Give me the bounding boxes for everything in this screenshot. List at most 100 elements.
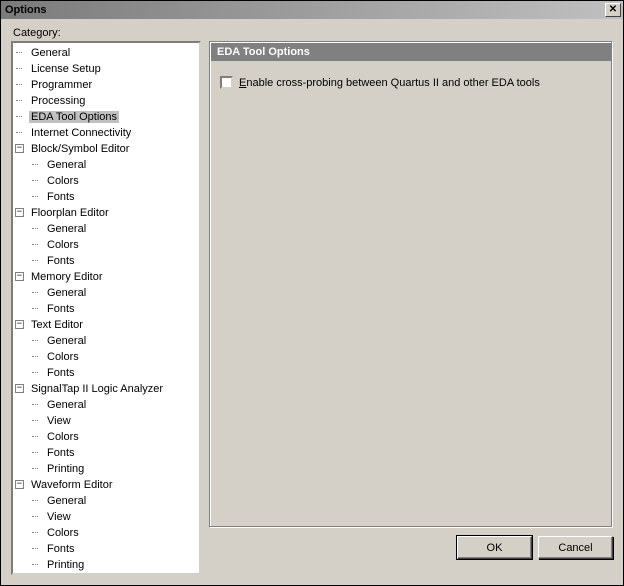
tree-connector-icon (32, 340, 38, 341)
tree-item: General (29, 397, 199, 413)
tree-row[interactable]: Fonts (45, 189, 77, 205)
tree-label: EDA Tool Options (29, 111, 119, 123)
tree-item: General (13, 45, 199, 61)
tree-row[interactable]: Fonts (45, 541, 77, 557)
tree-label: Block/Symbol Editor (29, 143, 131, 155)
tree-connector-icon (32, 260, 38, 261)
tree-item: Printing (29, 461, 199, 477)
tree-item: Fonts (29, 541, 199, 557)
tree-row[interactable]: Fonts (45, 445, 77, 461)
ok-button[interactable]: OK (457, 536, 532, 559)
tree-connector-icon (32, 420, 38, 421)
tree-toggle-icon[interactable]: − (15, 208, 24, 217)
tree-item: Colors (29, 349, 199, 365)
tree-row[interactable]: Waveform Editor (29, 477, 115, 493)
tree-item: General (29, 221, 199, 237)
category-label: Category: (11, 27, 613, 39)
tree-connector-icon (32, 356, 38, 357)
tree-row[interactable]: Printing (45, 557, 86, 573)
tree-connector-icon (32, 196, 38, 197)
tree-label: Fonts (45, 367, 77, 379)
tree-connector-icon (32, 372, 38, 373)
tree-connector-icon (32, 532, 38, 533)
tree-row[interactable]: General (29, 45, 72, 61)
tree-row[interactable]: General (45, 397, 88, 413)
tree-connector-icon (16, 68, 22, 69)
tree-item: General (29, 493, 199, 509)
tree-connector-icon (32, 164, 38, 165)
tree-row[interactable]: Block/Symbol Editor (29, 141, 131, 157)
dialog-body: Category: General License Setup Programmer… (1, 19, 623, 585)
tree-toggle-icon[interactable]: − (15, 144, 24, 153)
tree-connector-icon (32, 404, 38, 405)
tree-item: General (29, 157, 199, 173)
tree-row[interactable]: Internet Connectivity (29, 125, 133, 141)
category-tree[interactable]: General License Setup Programmer Processing… (11, 41, 201, 575)
tree-row[interactable]: View (45, 413, 73, 429)
tree-item: Printing (29, 557, 199, 573)
enable-crossprobing-label[interactable]: Enable cross-probing between Quartus II … (239, 77, 540, 89)
tree-row[interactable]: Printing (45, 461, 86, 477)
cancel-button[interactable]: Cancel (538, 536, 613, 559)
tree-row[interactable]: Programmer (29, 77, 94, 93)
tree-row[interactable]: Memory Editor (29, 269, 105, 285)
tree-item: Fonts (29, 445, 199, 461)
tree-toggle-icon[interactable]: − (15, 480, 24, 489)
tree-row[interactable]: Colors (45, 525, 81, 541)
tree-row[interactable]: Processing (29, 93, 87, 109)
tree-toggle-icon[interactable]: − (15, 272, 24, 281)
tree-item: General (29, 285, 199, 301)
tree-label: Fonts (45, 447, 77, 459)
tree-row[interactable]: EDA Tool Options (29, 109, 119, 125)
tree-row[interactable]: View (45, 509, 73, 525)
tree-label: Colors (45, 351, 81, 363)
tree-row[interactable]: Fonts (45, 253, 77, 269)
titlebar: Options ✕ (1, 1, 623, 19)
tree-connector-icon (32, 436, 38, 437)
tree-row[interactable]: General (45, 221, 88, 237)
tree-row[interactable]: Colors (45, 237, 81, 253)
tree-row[interactable]: Colors (45, 349, 81, 365)
tree-row[interactable]: Colors (45, 173, 81, 189)
tree-label: License Setup (29, 63, 103, 75)
tree-row[interactable]: General (45, 157, 88, 173)
tree-connector-icon (32, 516, 38, 517)
tree-label: Printing (45, 559, 86, 571)
tree-toggle-icon[interactable]: − (15, 384, 24, 393)
tree-row[interactable]: Fonts (45, 365, 77, 381)
tree-item: Programmer (13, 77, 199, 93)
tree-toggle-icon[interactable]: − (15, 320, 24, 329)
tree-row[interactable]: Colors (45, 429, 81, 445)
tree-label: Waveform Editor (29, 479, 115, 491)
close-icon: ✕ (609, 5, 617, 15)
tree-connector-icon (32, 244, 38, 245)
tree-item: Colors (29, 173, 199, 189)
tree-row[interactable]: General (45, 285, 88, 301)
tree-row[interactable]: SignalTap II Logic Analyzer (29, 381, 165, 397)
tree-item: View (29, 413, 199, 429)
tree-connector-icon (16, 132, 22, 133)
tree-item: −SignalTap II Logic AnalyzerGeneral View C… (13, 381, 199, 477)
close-button[interactable]: ✕ (605, 3, 621, 17)
tree-label: Colors (45, 175, 81, 187)
tree-label: Fonts (45, 255, 77, 267)
tree-row[interactable]: General (45, 333, 88, 349)
tree-connector-icon (32, 308, 38, 309)
tree-label: Processing (29, 95, 87, 107)
tree-label: General (29, 47, 72, 59)
tree-item: −Floorplan Editor General Colors Fonts (13, 205, 199, 269)
tree-label: General (45, 223, 88, 235)
group-body: Enable cross-probing between Quartus II … (210, 62, 612, 103)
tree-row[interactable]: Floorplan Editor (29, 205, 111, 221)
tree-row[interactable]: General (45, 493, 88, 509)
enable-crossprobing-checkbox[interactable] (220, 76, 233, 89)
tree-item: Fonts (29, 301, 199, 317)
tree-label: View (45, 415, 73, 427)
tree-row[interactable]: Fonts (45, 301, 77, 317)
tree-item: Fonts (29, 189, 199, 205)
enable-crossprobing-row: Enable cross-probing between Quartus II … (220, 76, 602, 89)
tree-row[interactable]: Text Editor (29, 317, 85, 333)
tree-item: Fonts (29, 253, 199, 269)
tree-row[interactable]: License Setup (29, 61, 103, 77)
tree-label: General (45, 159, 88, 171)
